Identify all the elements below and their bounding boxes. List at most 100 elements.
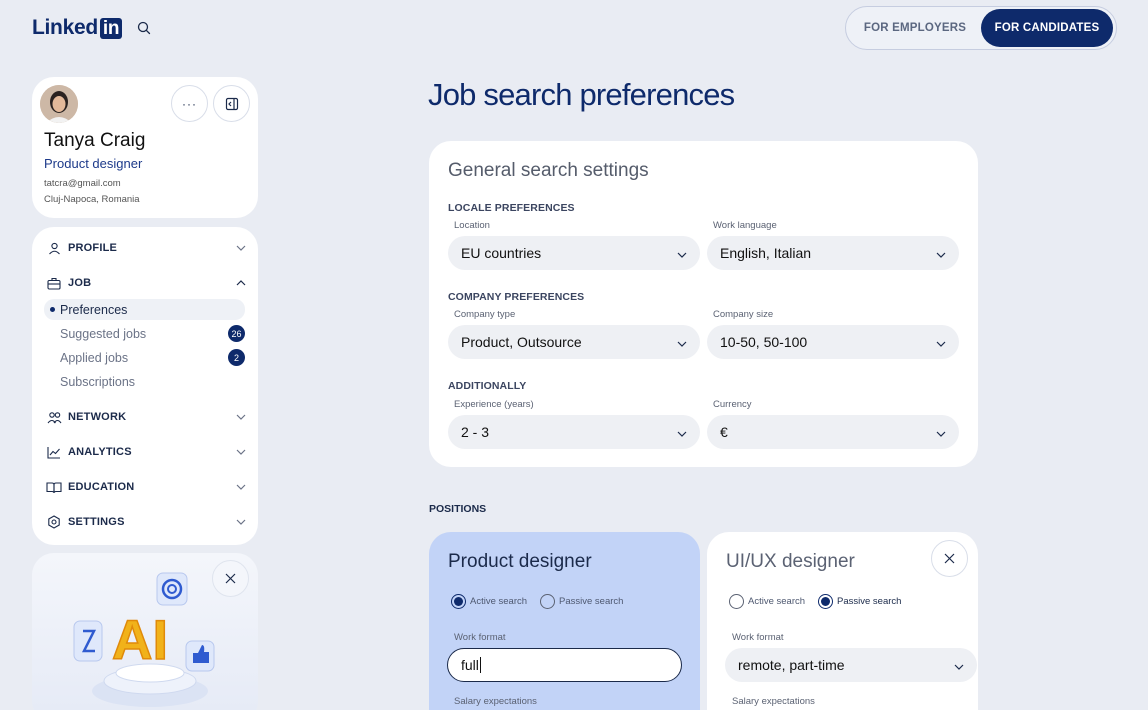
ai-art-text: AI [112,608,168,671]
profile-name: Tanya Craig [44,130,146,151]
nav-label: JOB [68,277,92,289]
linkedin-logo[interactable]: Linked in [32,16,123,40]
avatar[interactable] [40,85,78,123]
nav-item-analytics[interactable]: ANALYTICS [46,442,246,462]
radio-label: Active search [748,596,806,607]
positions-label: POSITIONS [429,503,487,515]
chevron-down-icon [236,446,246,458]
remove-position-button[interactable] [931,540,968,577]
currency-label: Currency [713,399,752,410]
locale-preferences-label: LOCALE PREFERENCES [448,202,575,214]
passive-search-radio[interactable] [818,594,834,609]
company-preferences-label: COMPANY PREFERENCES [448,291,585,303]
position-title: UI/UX designer [726,551,855,572]
collapse-sidebar-button[interactable] [213,85,250,122]
ai-illustration-icon: AI [73,572,215,707]
profile-card: ··· Tanya Craig Product designer tatcra@… [32,77,258,218]
company-size-label: Company size [713,309,774,320]
logo-text: Linked [32,16,98,39]
work-format-label: Work format [454,632,506,643]
text-caret [479,657,482,673]
count-badge: 2 [228,349,245,366]
company-type-select[interactable]: Product, Outsource [448,325,700,359]
position-title: Product designer [448,551,592,572]
nav-item-profile[interactable]: PROFILE [46,238,246,258]
people-icon [46,409,62,425]
position-card-ui-ux-designer: UI/UX designer Active search Passive sea… [707,532,978,710]
chevron-down-icon [936,424,946,440]
chevron-down-icon [236,481,246,493]
nav-item-education[interactable]: EDUCATION [46,477,246,497]
search-button[interactable] [127,11,161,45]
chart-line-icon [46,444,62,460]
select-value: EU countries [461,245,542,261]
sidebar-item-subscriptions[interactable]: Subscriptions [44,371,245,392]
active-search-radio[interactable] [451,594,466,609]
profile-email: tatcra@gmail.com [44,178,121,189]
chevron-down-icon [677,245,687,261]
nav-item-settings[interactable]: SETTINGS [46,512,246,532]
nav-label: EDUCATION [68,481,135,493]
chevron-down-icon [236,516,246,528]
work-format-select[interactable]: remote, part-time [725,648,977,682]
select-value: remote, part-time [738,657,845,673]
experience-label: Experience (years) [454,399,534,410]
currency-select[interactable]: € [707,415,959,449]
position-card-product-designer: Product designer Active search Passive s… [429,532,700,710]
sidebar-item-label: Applied jobs [60,350,129,365]
sidebar-collapse-icon [225,97,238,110]
sidebar-item-suggested-jobs[interactable]: Suggested jobs 26 [44,323,245,344]
work-format-input[interactable]: full [447,648,682,682]
active-search-radio[interactable] [729,594,744,609]
additionally-label: ADDITIONALLY [448,380,527,392]
nav-item-network[interactable]: NETWORK [46,407,246,427]
more-icon: ··· [182,96,197,111]
for-candidates-button[interactable]: FOR CANDIDATES [981,9,1113,47]
experience-select[interactable]: 2 - 3 [448,415,700,449]
radio-label: Passive search [837,596,902,607]
sidebar-item-applied-jobs[interactable]: Applied jobs 2 [44,347,245,368]
chevron-down-icon [677,424,687,440]
chevron-down-icon [236,242,246,254]
ai-promo-card: AI [32,553,258,710]
book-icon [46,479,62,495]
company-type-label: Company type [454,309,516,320]
page-title: Job search preferences [428,77,735,112]
location-select[interactable]: EU countries [448,236,700,270]
close-icon [944,553,955,564]
work-language-label: Work language [713,220,777,231]
audience-switch: FOR EMPLOYERS FOR CANDIDATES [845,6,1117,50]
input-value: full [461,657,479,673]
for-employers-button[interactable]: FOR EMPLOYERS [849,9,981,47]
select-value: € [720,424,728,440]
search-icon [137,21,151,35]
nav-item-job[interactable]: JOB [46,273,246,293]
sidebar-item-label: Subscriptions [60,374,136,389]
sidebar-nav: PROFILE JOB Preferences Suggested jobs 2… [32,227,258,545]
sidebar-item-preferences[interactable]: Preferences [44,299,245,320]
salary-label: Salary expectations [454,696,537,707]
radio-label: Passive search [559,596,624,607]
profile-location: Cluj-Napoca, Romania [44,194,140,205]
chevron-down-icon [677,334,687,350]
count-badge: 26 [228,325,245,342]
nav-label: PROFILE [68,242,118,254]
section-title: General search settings [448,160,649,181]
general-settings-card: General search settings LOCALE PREFERENC… [429,141,978,467]
nav-label: ANALYTICS [68,446,132,458]
more-options-button[interactable]: ··· [171,85,208,122]
sidebar-item-label: Suggested jobs [60,326,147,341]
company-size-select[interactable]: 10-50, 50-100 [707,325,959,359]
select-value: 10-50, 50-100 [720,334,808,350]
nav-label: SETTINGS [68,516,125,528]
passive-search-radio[interactable] [540,594,556,609]
salary-label: Salary expectations [732,696,815,707]
work-language-select[interactable]: English, Italian [707,236,959,270]
location-label: Location [454,220,490,231]
chevron-down-icon [236,411,246,423]
sidebar-item-label: Preferences [60,302,128,317]
settings-icon [46,514,62,530]
user-icon [46,240,62,256]
profile-role: Product designer [44,156,143,171]
search-mode-group: Active search Passive search [729,594,901,609]
